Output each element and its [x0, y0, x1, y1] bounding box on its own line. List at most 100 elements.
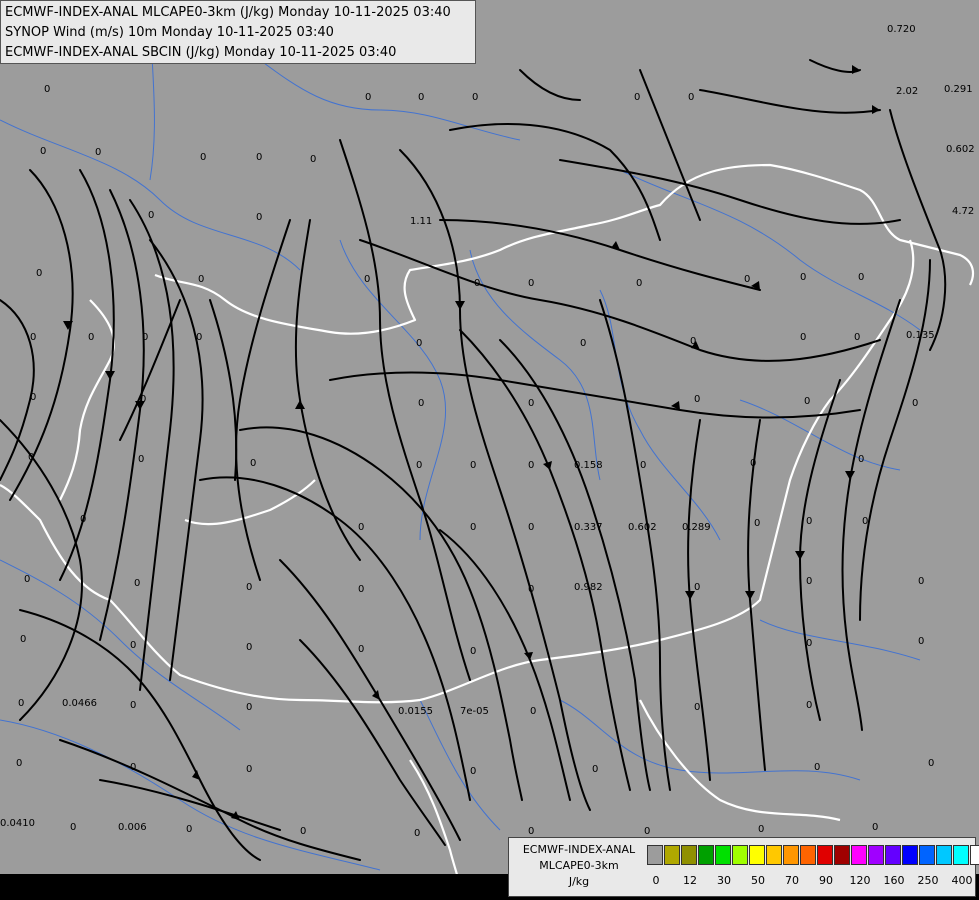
value-label: 0 [138, 454, 144, 465]
legend-tick-label: 12 [683, 874, 697, 887]
value-label: 0 [800, 272, 806, 283]
value-label: 0 [130, 762, 136, 773]
value-label: 0 [30, 392, 36, 403]
value-label: 0 [528, 584, 534, 595]
value-label: 0.006 [118, 822, 147, 833]
value-label: 1.11 [410, 216, 432, 227]
legend-title-line: J/kg [568, 875, 590, 888]
value-label: 0 [70, 822, 76, 833]
value-label: 0 [416, 460, 422, 471]
value-label: 0 [804, 396, 810, 407]
value-label: 0 [918, 576, 924, 587]
value-label: 0 [800, 332, 806, 343]
value-label: 0 [474, 278, 480, 289]
value-label: 0 [470, 522, 476, 533]
value-label: 0 [528, 460, 534, 471]
value-label: 0 [200, 152, 206, 163]
legend-tick-label: 50 [751, 874, 765, 887]
legend-swatch [970, 845, 979, 865]
value-label: 0 [148, 210, 154, 221]
value-label: 0 [634, 92, 640, 103]
value-label: 0 [418, 92, 424, 103]
value-label: 0 [470, 646, 476, 657]
value-label: 0 [300, 826, 306, 837]
legend-swatch [800, 845, 816, 865]
value-label: 0.291 [944, 84, 973, 95]
value-label: 0.982 [574, 582, 603, 593]
title-line-cape: ECMWF-INDEX-ANAL MLCAPE0-3km (J/kg) Mond… [5, 5, 451, 20]
legend-title: ECMWF-INDEX-ANAL MLCAPE0-3km J/kg [511, 842, 647, 890]
value-label: 0 [754, 518, 760, 529]
value-label-max: 0.720 [887, 24, 916, 35]
value-label: 0 [858, 454, 864, 465]
value-label: 0 [690, 336, 696, 347]
title-line-wind: SYNOP Wind (m/s) 10m Monday 10-11-2025 0… [5, 25, 334, 40]
value-label: 0 [814, 762, 820, 773]
legend-ticks: 0 12 30 50 70 90 120 160 250 400 [647, 874, 977, 890]
value-label: 0 [80, 514, 86, 525]
legend-swatch [885, 845, 901, 865]
legend-swatch [715, 845, 731, 865]
color-legend: ECMWF-INDEX-ANAL MLCAPE0-3km J/kg 0 12 30 5… [508, 837, 979, 897]
value-label: 0 [95, 147, 101, 158]
value-label: 0 [472, 92, 478, 103]
value-label: 0 [130, 640, 136, 651]
legend-swatch [851, 845, 867, 865]
value-label: 0 [414, 828, 420, 839]
value-label: 0 [528, 826, 534, 837]
value-label: 0 [528, 398, 534, 409]
legend-swatch [783, 845, 799, 865]
value-label: 0 [806, 516, 812, 527]
value-label: 0.337 [574, 522, 603, 533]
legend-swatch [698, 845, 714, 865]
value-label: 0 [528, 278, 534, 289]
legend-tick-label: 250 [917, 874, 939, 887]
value-label: 0 [530, 706, 536, 717]
legend-swatch [766, 845, 782, 865]
value-label: 0 [358, 522, 364, 533]
value-label: 0 [694, 394, 700, 405]
value-label: 0 [310, 154, 316, 165]
legend-tick-label: 70 [785, 874, 799, 887]
legend-title-line: ECMWF-INDEX-ANAL [522, 843, 636, 856]
value-label: 0 [358, 584, 364, 595]
legend-tick-label: 30 [717, 874, 731, 887]
value-label: 0 [688, 92, 694, 103]
value-label: 0 [130, 700, 136, 711]
value-label: 0 [142, 332, 148, 343]
value-label: 0 [918, 636, 924, 647]
value-label: 0 [694, 702, 700, 713]
value-label: 2.02 [896, 86, 918, 97]
value-label: 0 [186, 824, 192, 835]
value-label: 0 [364, 274, 370, 285]
value-label: 0 [592, 764, 598, 775]
value-label: 0.135 [906, 330, 935, 341]
value-label: 0 [858, 272, 864, 283]
value-label: 0 [806, 576, 812, 587]
value-label: 0 [644, 826, 650, 837]
value-label: 0 [16, 758, 22, 769]
legend-swatch [664, 845, 680, 865]
value-label: 0 [872, 822, 878, 833]
legend-tick-label: 400 [951, 874, 973, 887]
legend-swatches [647, 845, 979, 865]
legend-swatch [681, 845, 697, 865]
value-label: 0 [24, 574, 30, 585]
legend-swatch [834, 845, 850, 865]
value-label: 0 [246, 582, 252, 593]
value-label: 0 [636, 278, 642, 289]
legend-swatch [817, 845, 833, 865]
legend-swatch [647, 845, 663, 865]
legend-swatch [902, 845, 918, 865]
legend-title-line: MLCAPE0-3km [539, 859, 619, 872]
value-label: 0 [862, 516, 868, 527]
value-label: 0 [470, 460, 476, 471]
value-label: 0 [198, 274, 204, 285]
title-line-cin: ECMWF-INDEX-ANAL SBCIN (J/kg) Monday 10-… [5, 45, 397, 60]
value-label: 0 [912, 398, 918, 409]
value-label: 0 [580, 338, 586, 349]
legend-tick-label: 160 [883, 874, 905, 887]
legend-swatch [732, 845, 748, 865]
value-label: 0.0410 [0, 818, 35, 829]
value-label: 0 [640, 460, 646, 471]
